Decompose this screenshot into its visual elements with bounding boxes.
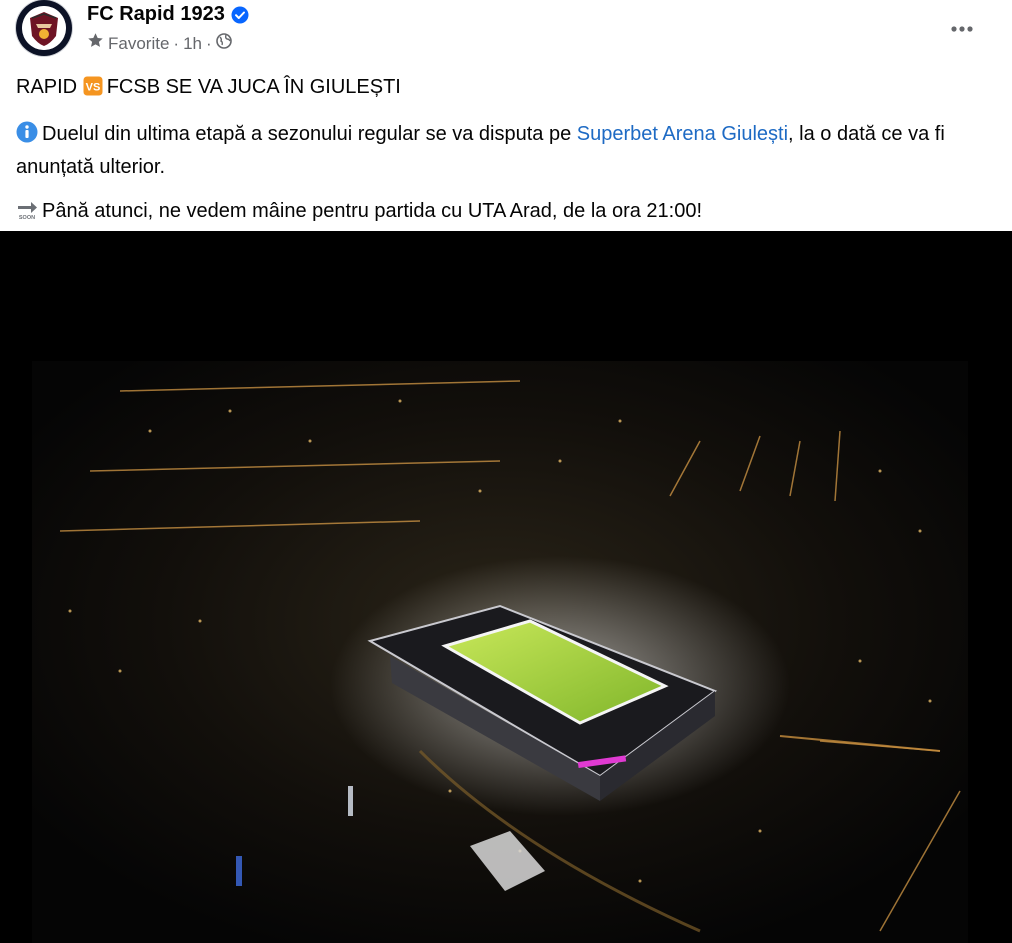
more-options-button[interactable]: [944, 10, 980, 46]
post-meta: Favorite · 1h ·: [87, 32, 232, 55]
post-line-2: Duelul din ultima etapă a sezonului regu…: [16, 119, 996, 182]
text-duel-intro: Duelul din ultima etapă a sezonului regu…: [42, 123, 572, 145]
page-name-row: FC Rapid 1923: [87, 1, 249, 27]
stadium-link[interactable]: Superbet Arena Giulești: [577, 123, 788, 145]
post-line-1: RAPID VS FCSB SE VA JUCA ÎN GIULEȘTI: [16, 72, 996, 105]
rapid-crest-icon: [22, 6, 66, 50]
star-icon: [87, 32, 104, 55]
stadium-aerial-night-photo: [0, 231, 1012, 943]
text-rapid: RAPID: [16, 76, 78, 98]
page-name-link[interactable]: FC Rapid 1923: [87, 1, 225, 27]
meta-separator-2: ·: [206, 33, 212, 53]
post-text: RAPID VS FCSB SE VA JUCA ÎN GIULEȘTI Due…: [16, 72, 996, 243]
text-next-match: Până atunci, ne vedem mâine pentru parti…: [42, 200, 703, 222]
vs-emoji-icon: VS: [83, 75, 103, 105]
info-emoji-icon: [16, 121, 38, 152]
post-line-3: SOON Până atunci, ne vedem mâine pentru …: [16, 196, 996, 229]
post-time[interactable]: 1h: [183, 33, 202, 55]
more-options-icon: [950, 19, 974, 37]
audience-label[interactable]: Favorite: [108, 33, 169, 55]
svg-text:SOON: SOON: [19, 215, 35, 220]
svg-text:VS: VS: [85, 82, 100, 94]
post-header: FC Rapid 1923 Favorite · 1h ·: [16, 0, 996, 62]
post-photo[interactable]: [0, 231, 1012, 943]
globe-icon[interactable]: [215, 32, 232, 55]
soon-arrow-emoji-icon: SOON: [16, 198, 38, 229]
meta-separator: ·: [173, 33, 180, 53]
text-fcsb-headline: FCSB SE VA JUCA ÎN GIULEȘTI: [106, 76, 401, 98]
page-avatar[interactable]: [16, 0, 72, 56]
verified-badge-icon: [231, 5, 249, 24]
facebook-post: FC Rapid 1923 Favorite · 1h · RAPID VS F…: [0, 0, 1012, 943]
